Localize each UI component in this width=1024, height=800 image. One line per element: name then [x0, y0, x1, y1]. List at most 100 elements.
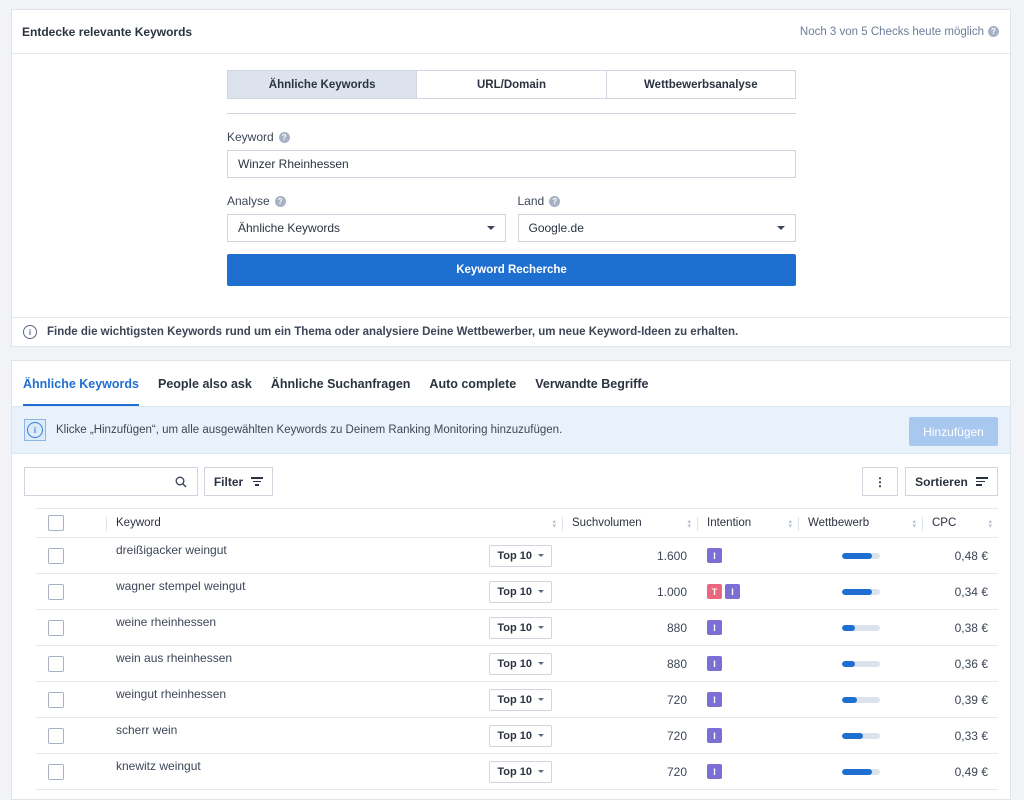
cpc-cell: 0,48 € — [922, 537, 998, 574]
info-text: Finde die wichtigsten Keywords rund um e… — [47, 326, 739, 338]
table-row[interactable]: weingut rheinhessen Top 10 720 I 0,39 € — [36, 681, 998, 718]
mode-tab-similar[interactable]: Ähnliche Keywords — [228, 71, 418, 98]
competition-bar — [842, 696, 880, 703]
competition-bar — [842, 660, 880, 667]
chevron-down-icon — [538, 698, 544, 701]
info-icon: i — [23, 325, 37, 339]
tab-related-terms[interactable]: Verwandte Begriffe — [535, 361, 648, 406]
volume-cell: 720 — [562, 717, 697, 754]
row-select-cell — [36, 609, 106, 646]
row-checkbox[interactable] — [48, 619, 64, 636]
tab-similar-queries[interactable]: Ähnliche Suchanfragen — [271, 361, 411, 406]
rank-filter-dropdown[interactable]: Top 10 — [489, 760, 552, 783]
row-select-cell — [36, 537, 106, 574]
help-icon[interactable]: ? — [274, 195, 286, 207]
analyse-label-text: Analyse — [227, 194, 270, 208]
row-checkbox[interactable] — [48, 763, 64, 780]
intention-cell: I — [697, 753, 798, 790]
col-cpc[interactable]: CPC ▴ ▾ — [922, 508, 998, 538]
notice-bar: i Klicke „Hinzufügen“, um alle ausgewähl… — [12, 406, 1010, 454]
analyse-select[interactable]: Ähnliche Keywords — [227, 214, 506, 242]
competition-bar — [842, 624, 880, 631]
competition-bar-fill — [842, 588, 873, 595]
rank-filter-dropdown[interactable]: Top 10 — [489, 616, 552, 639]
rank-filter-dropdown[interactable]: Top 10 — [489, 580, 552, 603]
mode-tab-competition[interactable]: Wettbewerbsanalyse — [606, 71, 795, 98]
intent-badge: I — [707, 728, 722, 744]
mode-tab-url[interactable]: URL/Domain — [417, 71, 607, 98]
keyword-cell: wagner stempel weingut Top 10 — [106, 573, 562, 610]
chevron-down-icon — [538, 554, 544, 557]
row-select-cell — [36, 645, 106, 682]
keyword-text: wein aus rheinhessen — [116, 650, 233, 665]
col-intention[interactable]: Intention ▴ ▾ — [697, 508, 798, 538]
table-row[interactable]: knewitz weingut Top 10 720 I 0,49 € — [36, 753, 998, 790]
result-tabs: Ähnliche Keywords People also ask Ähnlic… — [12, 361, 667, 406]
chevron-down-icon — [538, 662, 544, 665]
search-icon — [175, 476, 187, 487]
mode-tabs: Ähnliche Keywords URL/Domain Wettbewerbs… — [227, 70, 796, 99]
row-checkbox[interactable] — [48, 583, 64, 600]
row-checkbox[interactable] — [48, 691, 64, 708]
rank-filter-dropdown[interactable]: Top 10 — [489, 652, 552, 675]
keyword-research-button[interactable]: Keyword Recherche — [227, 254, 796, 286]
table-toolbar: Filter ⋮ Sortieren — [24, 467, 998, 496]
competition-bar-fill — [842, 696, 858, 703]
land-label-text: Land — [517, 194, 545, 208]
keyword-cell: knewitz weingut Top 10 — [106, 753, 562, 790]
land-select[interactable]: Google.de — [517, 214, 796, 242]
tab-people-also-ask[interactable]: People also ask — [158, 361, 252, 406]
add-button[interactable]: Hinzufügen — [909, 417, 998, 446]
land-group: Land ? Google.de — [517, 194, 796, 242]
rank-label: Top 10 — [497, 693, 532, 706]
more-icon: ⋮ — [874, 474, 886, 489]
tab-similar-keywords[interactable]: Ähnliche Keywords — [23, 361, 139, 406]
cpc-cell: 0,38 € — [922, 609, 998, 646]
search-form: Ähnliche Keywords URL/Domain Wettbewerbs… — [227, 70, 796, 286]
table-row[interactable]: wagner stempel weingut Top 10 1.000 TI 0… — [36, 573, 998, 610]
rank-filter-dropdown[interactable]: Top 10 — [489, 688, 552, 711]
rank-label: Top 10 — [497, 549, 532, 562]
table-row[interactable]: dreißigacker weingut Top 10 1.600 I 0,48… — [36, 537, 998, 574]
results-card: Ähnliche Keywords People also ask Ähnlic… — [11, 360, 1011, 800]
keyword-text: dreißigacker weingut — [116, 542, 227, 557]
more-options-button[interactable]: ⋮ — [862, 467, 898, 496]
volume-cell: 880 — [562, 609, 697, 646]
col-keyword[interactable]: Keyword ▴ ▾ — [106, 508, 562, 538]
row-checkbox[interactable] — [48, 547, 64, 564]
sort-icon — [975, 475, 988, 488]
filter-button[interactable]: Filter — [204, 467, 273, 496]
sort-button[interactable]: Sortieren — [905, 467, 998, 496]
rank-filter-dropdown[interactable]: Top 10 — [489, 544, 552, 567]
row-select-cell — [36, 681, 106, 718]
keyword-input[interactable]: Winzer Rheinhessen — [227, 150, 796, 178]
competition-cell — [798, 681, 922, 718]
help-icon[interactable]: ? — [549, 195, 561, 207]
rank-label: Top 10 — [497, 729, 532, 742]
keyword-label-text: Keyword — [227, 130, 274, 144]
keyword-text: scherr wein — [116, 722, 178, 737]
intent-badge: I — [707, 620, 722, 636]
col-competition[interactable]: Wettbewerb ▴ ▾ — [798, 508, 922, 538]
chevron-down-icon — [538, 590, 544, 593]
volume-cell: 880 — [562, 645, 697, 682]
rank-filter-dropdown[interactable]: Top 10 — [489, 724, 552, 747]
info-bar: i Finde die wichtigsten Keywords rund um… — [12, 317, 1010, 346]
table-header-row: Keyword ▴ ▾ Suchvolumen ▴ ▾ Intention ▴ ▾ Wett… — [36, 508, 998, 538]
keyword-text: weine rheinhessen — [116, 614, 217, 629]
search-input[interactable] — [24, 467, 198, 496]
divider — [227, 113, 796, 114]
competition-bar-fill — [842, 660, 856, 667]
analyse-label: Analyse ? — [227, 194, 506, 208]
table-row[interactable]: scherr wein Top 10 720 I 0,33 € — [36, 717, 998, 754]
help-icon[interactable]: ? — [278, 131, 290, 143]
chevron-down-icon — [538, 770, 544, 773]
table-row[interactable]: wein aus rheinhessen Top 10 880 I 0,36 € — [36, 645, 998, 682]
select-all-checkbox[interactable] — [48, 515, 64, 531]
tab-auto-complete[interactable]: Auto complete — [429, 361, 516, 406]
table-row[interactable]: weine rheinhessen Top 10 880 I 0,38 € — [36, 609, 998, 646]
help-icon[interactable]: ? — [988, 26, 999, 37]
row-checkbox[interactable] — [48, 655, 64, 672]
row-checkbox[interactable] — [48, 727, 64, 744]
col-volume[interactable]: Suchvolumen ▴ ▾ — [562, 508, 697, 538]
